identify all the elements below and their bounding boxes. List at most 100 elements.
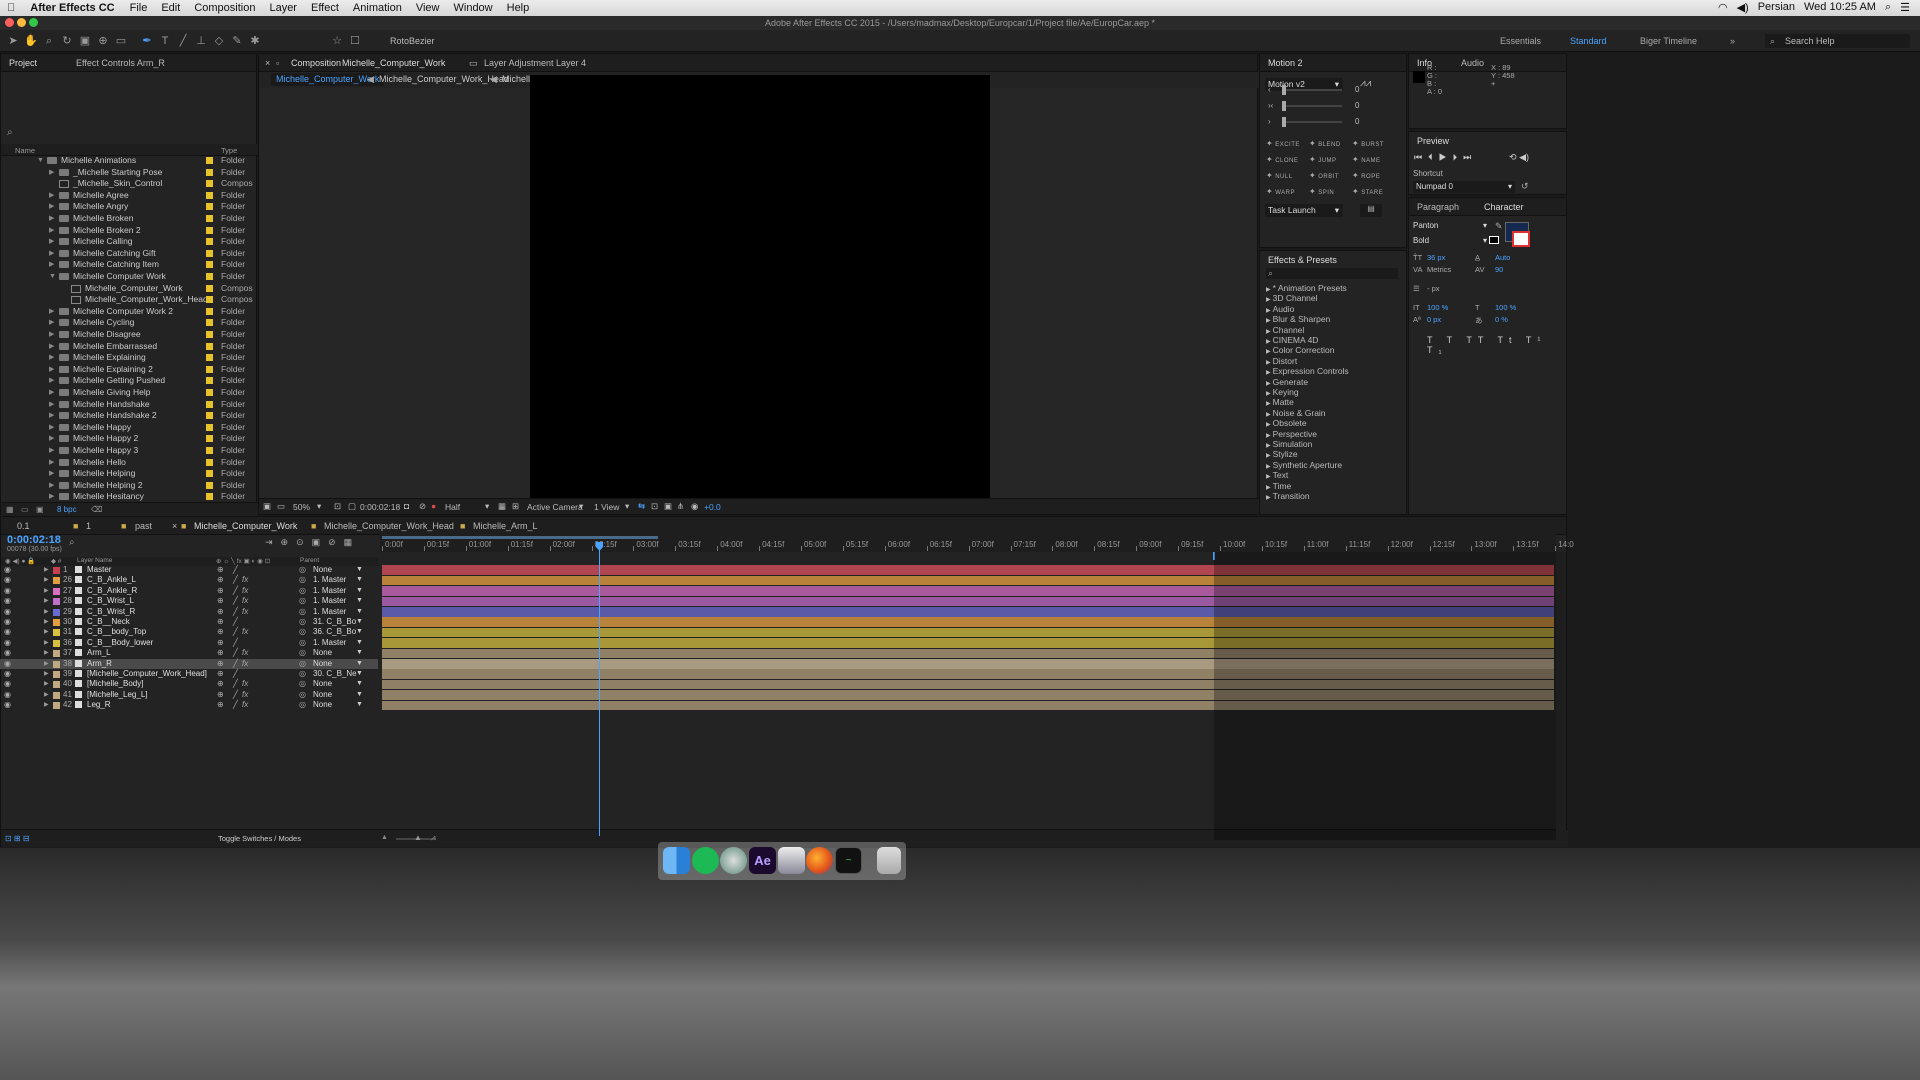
visibility-eye-icon[interactable]: ◉ <box>4 669 11 679</box>
task-launch-dropdown[interactable]: Task Launch ▾ <box>1265 204 1343 217</box>
reset-icon[interactable]: ↺ <box>1521 181 1529 192</box>
effect-category[interactable]: ▶ Obsolete <box>1266 418 1307 428</box>
collapsed-triangle-icon[interactable]: ▶ <box>49 167 59 179</box>
layer-name[interactable]: [Michelle_Body] <box>87 679 143 689</box>
loop-icon[interactable]: ⟲ <box>1509 152 1517 162</box>
effect-category[interactable]: ▶ Stylize <box>1266 449 1298 459</box>
visibility-eye-icon[interactable]: ◉ <box>4 586 11 596</box>
collapsed-triangle-icon[interactable]: ▶ <box>49 480 59 492</box>
menu-edit[interactable]: Edit <box>154 2 187 14</box>
shy-switch-icon[interactable]: ⊕ <box>217 565 224 575</box>
effect-category[interactable]: ▶ Text <box>1266 470 1288 480</box>
task-launch-button[interactable]: ▤ <box>1360 204 1382 217</box>
zoom-tool-icon[interactable]: ⌕ <box>42 34 56 48</box>
layer-row[interactable]: ◉ ▶ 1 Master ⊕ ╱ ◎ None ▼ <box>0 565 378 575</box>
layer-label-color[interactable] <box>53 691 60 699</box>
project-folder-item[interactable]: ▶ Michelle Broken 2 Folder <box>1 225 256 237</box>
project-folder-item[interactable]: ▶ Michelle Getting Pushed Folder <box>1 375 256 387</box>
search-help-field[interactable]: ⌕ Search Help <box>1765 34 1910 48</box>
project-folder-item[interactable]: ▶ Michelle Helping Folder <box>1 468 256 480</box>
layer-row[interactable]: ◉ ▶ 36 C_B__Body_lower ⊕ ╱ ◎ 1. Master ▼ <box>0 638 378 648</box>
shy-switch-icon[interactable]: ⊕ <box>217 575 224 585</box>
quality-switch-icon[interactable]: ╱ <box>233 627 238 637</box>
interpret-footage-icon[interactable]: ▦ <box>6 505 14 514</box>
visibility-eye-icon[interactable]: ◉ <box>4 565 11 575</box>
star-icon[interactable]: ☆ <box>330 34 344 48</box>
camera-dropdown[interactable]: Active Camera <box>527 502 583 512</box>
quality-switch-icon[interactable]: ╱ <box>233 659 238 669</box>
fx-switch-icon[interactable]: fx <box>242 596 248 606</box>
menu-window[interactable]: Window <box>447 2 500 14</box>
motion-stare-button[interactable]: ✦ STARE <box>1352 185 1394 199</box>
tsume-value[interactable]: 0 % <box>1495 315 1508 324</box>
label-color-swatch[interactable] <box>206 238 213 246</box>
parent-dropdown[interactable]: 30. C_B_Ne <box>313 669 357 679</box>
layer-name[interactable]: C_B_Wrist_L <box>87 596 134 606</box>
rotobezier-checkbox[interactable]: ☐ <box>348 34 362 48</box>
label-color-swatch[interactable] <box>206 319 213 327</box>
project-folder-item[interactable]: ▶ Michelle Cycling Folder <box>1 317 256 329</box>
label-color-swatch[interactable] <box>206 191 213 199</box>
layer-duration-bar[interactable] <box>382 679 1554 690</box>
layer-label-color[interactable] <box>53 619 60 626</box>
text-tool-icon[interactable]: T <box>158 34 172 48</box>
effect-category[interactable]: ▶ Transition <box>1266 491 1310 501</box>
label-color-swatch[interactable] <box>206 226 213 234</box>
clone-stamp-tool-icon[interactable]: ⊥ <box>194 34 208 48</box>
fast-previews-icon[interactable]: ⊡ <box>651 501 658 512</box>
notification-icon[interactable]: ☰ <box>1900 1 1910 14</box>
volume-icon[interactable]: ◀) <box>1737 1 1749 14</box>
label-color-swatch[interactable] <box>206 458 213 466</box>
effect-category[interactable]: ▶ Matte <box>1266 397 1294 407</box>
parent-dropdown[interactable]: None <box>313 565 357 575</box>
parent-dropdown[interactable]: 36. C_B_Bo <box>313 627 357 637</box>
layer-row[interactable]: ◉ ▶ 40 [Michelle_Body] ⊕ ╱ fx ◎ None ▼ <box>0 679 378 689</box>
play-icon[interactable]: ▶ <box>1439 152 1453 162</box>
parent-pickwhip-icon[interactable]: ◎ <box>299 617 306 627</box>
quality-switch-icon[interactable]: ╱ <box>233 648 238 658</box>
collapsed-triangle-icon[interactable]: ▶ <box>44 596 49 606</box>
visibility-eye-icon[interactable]: ◉ <box>4 596 11 606</box>
slider-track[interactable] <box>1282 121 1342 123</box>
eyedropper-icon[interactable]: ✎ <box>1495 221 1503 232</box>
collapsed-triangle-icon[interactable]: ▶ <box>44 659 49 669</box>
parent-dropdown[interactable]: None <box>313 700 357 710</box>
motion-burst-button[interactable]: ✦ BURST <box>1352 137 1394 151</box>
preview-app-icon[interactable] <box>778 847 805 874</box>
layer-duration-bar[interactable] <box>382 690 1554 700</box>
collapsed-triangle-icon[interactable]: ▶ <box>44 669 49 679</box>
layer-row[interactable]: ◉ ▶ 26 C_B_Ankle_L ⊕ ╱ fx ◎ 1. Master ▼ <box>0 575 378 585</box>
shy-switch-icon[interactable]: ⊕ <box>217 596 224 606</box>
current-time-indicator-line[interactable] <box>599 550 600 836</box>
label-color-swatch[interactable] <box>206 157 213 164</box>
fx-switch-icon[interactable]: fx <box>242 700 248 710</box>
safe-margins-icon[interactable]: ⊡ <box>334 501 341 512</box>
collapsed-triangle-icon[interactable]: ▶ <box>49 236 59 248</box>
label-color-swatch[interactable] <box>206 481 213 489</box>
comp-flowchart-icon[interactable]: ⊡ ⊞ ⊟ <box>5 834 30 843</box>
col-name-header[interactable]: Name <box>15 146 35 155</box>
lock-icon[interactable]: ▫ <box>276 58 279 68</box>
label-color-swatch[interactable] <box>206 435 213 443</box>
label-color-swatch[interactable] <box>206 307 213 315</box>
label-color-swatch[interactable] <box>206 493 213 501</box>
layer-label-color[interactable] <box>53 608 60 616</box>
parent-dropdown[interactable]: 1. Master <box>313 607 357 617</box>
motion-clone-button[interactable]: ✦ CLONE <box>1266 153 1308 167</box>
effect-category[interactable]: ▶ Simulation <box>1266 439 1312 449</box>
layer-duration-bar[interactable] <box>382 575 1554 586</box>
transparency-grid-icon[interactable]: ▦ <box>498 501 506 512</box>
motion-spin-button[interactable]: ✦ SPIN <box>1309 185 1351 199</box>
channel-icon[interactable]: ⊘ <box>419 501 426 512</box>
quality-switch-icon[interactable]: ╱ <box>233 669 238 679</box>
effect-category[interactable]: ▶ Channel <box>1266 325 1304 335</box>
exposure-value[interactable]: +0.0 <box>704 502 721 512</box>
project-folder-item[interactable]: ▶ Michelle Catching Gift Folder <box>1 248 256 260</box>
pen-tool-icon[interactable]: ✒ <box>140 34 154 48</box>
effect-category[interactable]: ▶ Color Correction <box>1266 345 1335 355</box>
firefox-icon[interactable] <box>806 847 833 874</box>
layer-search-icon[interactable]: ⌕ <box>69 537 75 548</box>
visibility-eye-icon[interactable]: ◉ <box>4 679 11 689</box>
layer-label-color[interactable] <box>53 650 60 658</box>
effect-category[interactable]: ▶ Generate <box>1266 377 1308 387</box>
